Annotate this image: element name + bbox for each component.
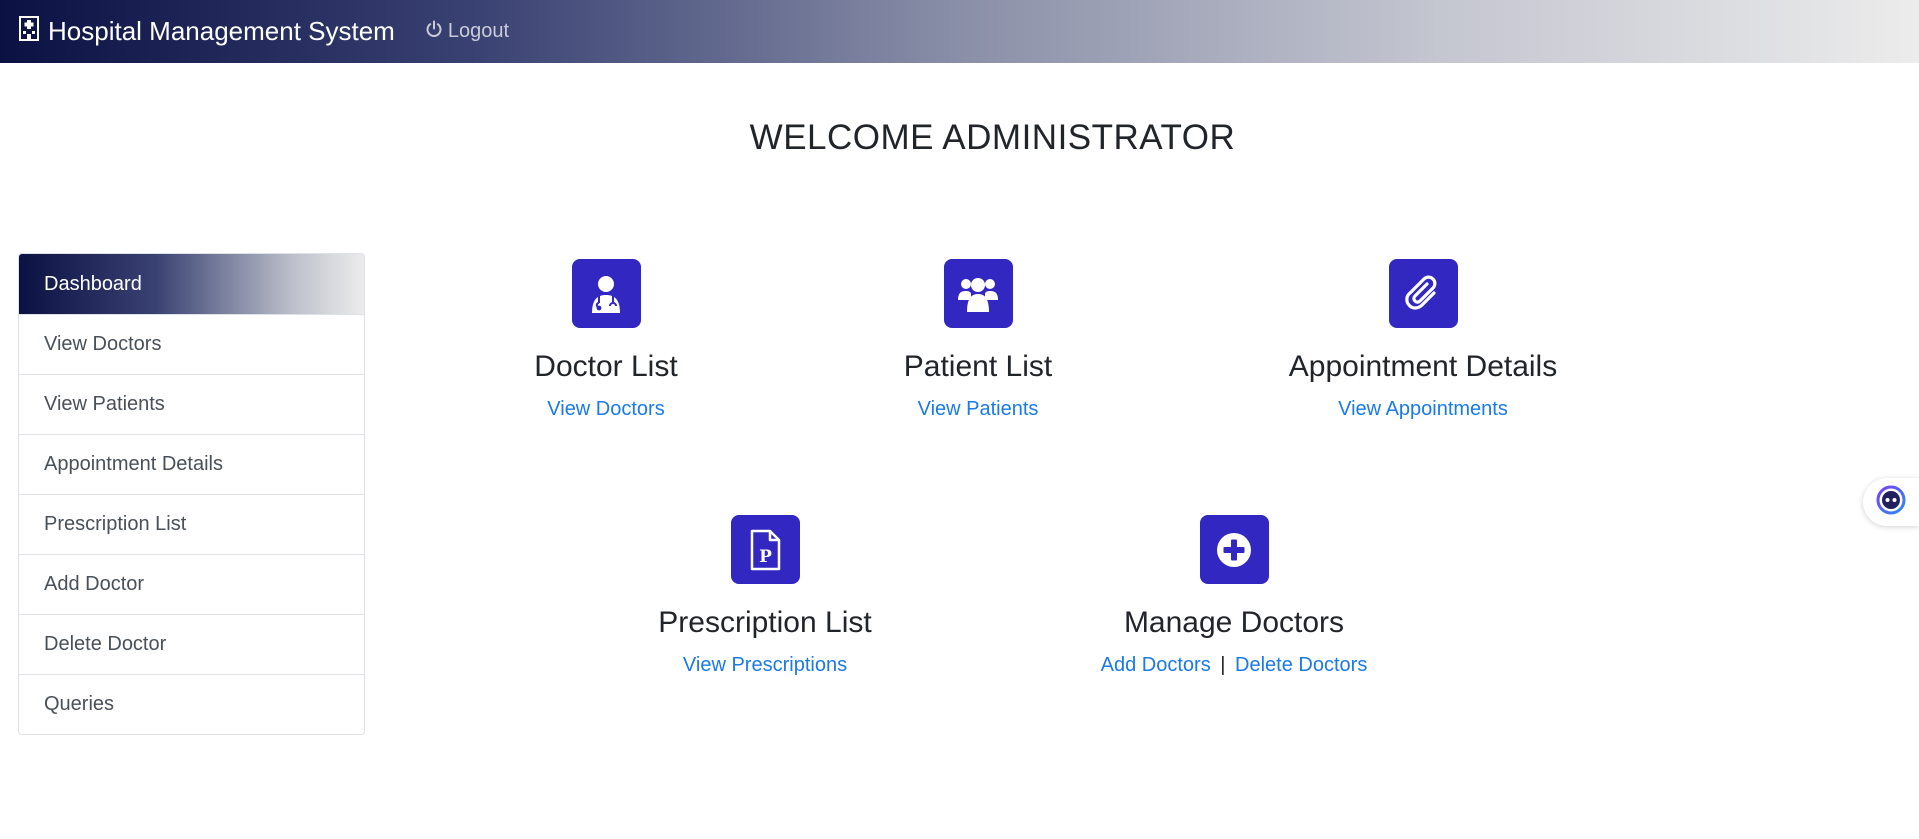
navbar: Hospital Management System Logout xyxy=(0,0,1919,63)
logout-label: Logout xyxy=(447,20,509,42)
view-doctors-link[interactable]: View Doctors xyxy=(547,398,664,420)
prescription-list-title: Prescription List xyxy=(658,606,872,639)
patient-list-title: Patient List xyxy=(903,350,1053,383)
doctor-list-card: Doctor List View Doctors xyxy=(456,259,756,421)
view-prescriptions-link[interactable]: View Prescriptions xyxy=(683,654,847,676)
view-appointments-link[interactable]: View Appointments xyxy=(1338,398,1508,420)
assistant-bubble-button[interactable] xyxy=(1863,478,1919,526)
patient-list-card: Patient List View Patients xyxy=(828,259,1128,421)
sidebar-item-prescription-list[interactable]: Prescription List xyxy=(19,494,364,554)
logout-button[interactable]: Logout xyxy=(425,20,509,44)
sidebar-item-queries[interactable]: Queries xyxy=(19,674,364,734)
doctor-list-title: Doctor List xyxy=(534,350,678,383)
hospital-icon xyxy=(18,15,48,48)
add-doctors-link[interactable]: Add Doctors xyxy=(1101,654,1211,676)
sidebar-item-appointment-details[interactable]: Appointment Details xyxy=(19,434,364,494)
users-icon xyxy=(943,259,1013,328)
delete-doctors-link[interactable]: Delete Doctors xyxy=(1235,654,1367,676)
appointment-details-title: Appointment Details xyxy=(1288,350,1558,383)
brand[interactable]: Hospital Management System xyxy=(18,15,395,48)
sidebar-item-dashboard[interactable]: Dashboard xyxy=(19,254,364,314)
manage-doctors-card: Manage Doctors Add Doctors | Delete Doct… xyxy=(1084,515,1384,677)
sidebar-item-add-doctor[interactable]: Add Doctor xyxy=(19,554,364,614)
paperclip-icon xyxy=(1388,259,1458,328)
appointment-details-card: Appointment Details View Appointments xyxy=(1223,259,1623,421)
svg-text:P: P xyxy=(759,547,772,567)
prescription-list-card: P Prescription List View Prescriptions xyxy=(615,515,915,677)
doctor-icon xyxy=(571,259,641,328)
power-icon xyxy=(425,20,448,44)
plus-circle-icon xyxy=(1199,515,1269,584)
sidebar-item-view-patients[interactable]: View Patients xyxy=(19,374,364,434)
assistant-icon xyxy=(1876,485,1906,520)
sidebar-item-delete-doctor[interactable]: Delete Doctor xyxy=(19,614,364,674)
manage-doctors-title: Manage Doctors xyxy=(1123,606,1345,639)
sidebar: Dashboard View Doctors View Patients App… xyxy=(18,253,365,735)
sidebar-item-view-doctors[interactable]: View Doctors xyxy=(19,314,364,374)
prescription-icon: P xyxy=(730,515,800,584)
view-patients-link[interactable]: View Patients xyxy=(918,398,1039,420)
link-separator: | xyxy=(1220,654,1226,676)
welcome-heading: WELCOME ADMINISTRATOR xyxy=(749,118,1236,157)
app-title: Hospital Management System xyxy=(48,16,395,46)
